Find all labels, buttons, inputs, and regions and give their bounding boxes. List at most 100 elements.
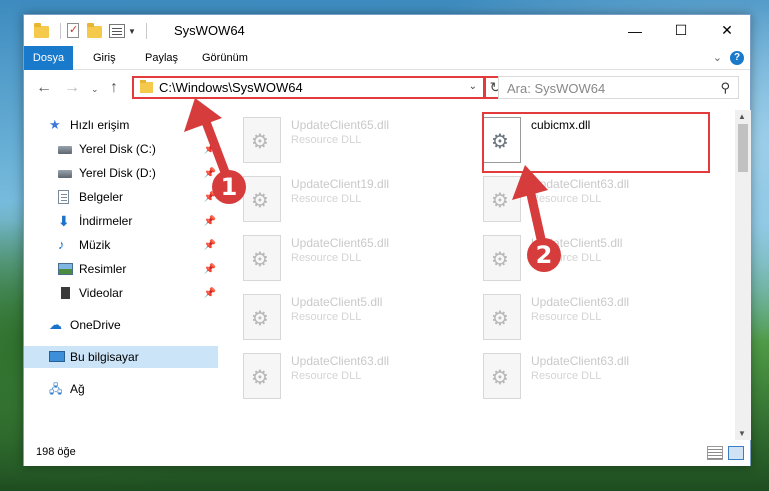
pin-icon[interactable]: 📌 (204, 240, 216, 251)
pin-icon[interactable]: 📌 (204, 216, 216, 227)
up-button[interactable]: ↑ (110, 79, 118, 97)
dll-file-icon (483, 235, 521, 281)
quick-access-toolbar: ▼ (34, 22, 151, 40)
vertical-scrollbar[interactable]: ▲ ▼ (735, 110, 751, 440)
sidebar-item-label: Yerel Disk (D:) (79, 166, 156, 180)
item-count: 198 öğe (36, 446, 76, 458)
file-item[interactable]: UpdateClient65.dll Resource DLL (219, 230, 449, 286)
sidebar-item-label: Yerel Disk (C:) (79, 142, 156, 156)
sidebar-item-pictures[interactable]: Resimler 📌 (24, 258, 218, 280)
details-view-icon[interactable] (707, 446, 723, 460)
star-icon: ★ (49, 117, 61, 132)
sidebar-item-this-pc[interactable]: Bu bilgisayar (24, 346, 218, 368)
minimize-button[interactable]: — (612, 15, 658, 46)
pin-icon[interactable]: 📌 (204, 264, 216, 275)
sidebar-item-label: Ağ (70, 382, 85, 396)
back-button[interactable]: ← (36, 79, 52, 97)
disk-icon (58, 142, 74, 156)
dll-file-icon (483, 353, 521, 399)
new-folder-icon[interactable] (87, 23, 103, 39)
scroll-up-icon[interactable]: ▲ (738, 112, 746, 121)
close-button[interactable]: ✕ (704, 15, 750, 46)
sidebar-item-onedrive[interactable]: ☁ OneDrive (24, 314, 218, 336)
customize-toolbar-icon[interactable] (109, 24, 125, 38)
forward-button[interactable]: → (64, 79, 80, 97)
address-path: C:\Windows\SysWOW64 (159, 80, 303, 95)
recent-locations-icon[interactable]: ⌄ (91, 84, 99, 95)
scrollbar-thumb[interactable] (738, 124, 748, 172)
file-name: UpdateClient63.dll (531, 295, 630, 309)
sidebar-item-label: İndirmeler (79, 214, 133, 228)
file-type: Resource DLL (291, 193, 362, 205)
tab-view[interactable]: Görünüm (192, 46, 258, 70)
pin-icon[interactable]: 📌 (204, 144, 216, 155)
pictures-icon (58, 262, 74, 276)
folder-icon (140, 80, 153, 93)
address-bar[interactable]: C:\Windows\SysWOW64 ⌄ (132, 76, 485, 99)
help-icon[interactable]: ? (730, 51, 744, 65)
sidebar-item-local-disk-c[interactable]: Yerel Disk (C:) 📌 (24, 138, 218, 160)
file-item[interactable]: UpdateClient63.dll Resource DLL (459, 289, 689, 345)
toolbar-separator (60, 23, 61, 39)
dll-file-icon (243, 353, 281, 399)
search-input[interactable]: Ara: SysWOW64 ⚲ (498, 76, 739, 99)
file-item[interactable]: UpdateClient5.dll Resource DLL (459, 230, 689, 286)
sidebar-item-documents[interactable]: Belgeler 📌 (24, 186, 218, 208)
maximize-button[interactable]: ☐ (658, 15, 704, 46)
expand-ribbon-icon[interactable]: ⌄ (713, 51, 722, 64)
title-bar: ▼ SysWOW64 — ☐ ✕ (24, 15, 750, 46)
file-item[interactable]: UpdateClient63.dll Resource DLL (219, 348, 449, 404)
search-placeholder: Ara: SysWOW64 (507, 81, 606, 96)
file-name: UpdateClient63.dll (531, 354, 630, 368)
dll-file-icon (483, 294, 521, 340)
tab-home[interactable]: Giriş (83, 46, 126, 70)
disk-icon (58, 166, 74, 180)
sidebar-item-downloads[interactable]: ⬇ İndirmeler 📌 (24, 210, 218, 232)
sidebar-item-local-disk-d[interactable]: Yerel Disk (D:) 📌 (24, 162, 218, 184)
search-icon: ⚲ (720, 80, 730, 95)
sidebar-item-network[interactable]: 🖧 Ağ (24, 378, 218, 400)
file-item[interactable]: UpdateClient19.dll Resource DLL (219, 171, 449, 227)
large-icons-view-icon[interactable] (728, 446, 744, 460)
videos-icon (58, 286, 74, 300)
file-item[interactable]: UpdateClient5.dll Resource DLL (219, 289, 449, 345)
file-type: Resource DLL (291, 134, 362, 146)
file-type: Resource DLL (291, 252, 362, 264)
documents-icon (58, 190, 74, 204)
status-bar: 198 öğe (24, 441, 750, 466)
sidebar-item-label: Müzik (79, 238, 111, 252)
file-item[interactable]: UpdateClient63.dll Resource DLL (459, 171, 689, 227)
folder-icon[interactable] (34, 23, 50, 39)
dll-file-icon (483, 176, 521, 222)
pin-icon[interactable]: 📌 (204, 288, 216, 299)
step-2-badge: 2 (527, 238, 561, 272)
sidebar-item-videos[interactable]: Videolar 📌 (24, 282, 218, 304)
sidebar-item-label: Bu bilgisayar (70, 350, 139, 364)
sidebar-item-quick-access[interactable]: ★ Hızlı erişim (24, 114, 218, 136)
sidebar-item-label: Resimler (79, 262, 127, 276)
chevron-down-icon[interactable]: ▼ (128, 27, 136, 36)
file-type: Resource DLL (291, 370, 362, 382)
dll-file-icon (243, 117, 281, 163)
network-icon: 🖧 (49, 382, 63, 396)
step-1-badge: 1 (212, 170, 246, 204)
file-explorer-window: ▼ SysWOW64 — ☐ ✕ Dosya Giriş Paylaş Görü… (23, 14, 751, 466)
file-item[interactable]: UpdateClient65.dll Resource DLL (219, 112, 449, 168)
file-item[interactable]: UpdateClient63.dll Resource DLL (459, 348, 689, 404)
window-title: SysWOW64 (174, 23, 245, 38)
tab-share[interactable]: Paylaş (135, 46, 188, 70)
computer-icon (49, 350, 65, 364)
tab-file[interactable]: Dosya (24, 46, 73, 70)
chevron-down-icon[interactable]: ⌄ (469, 81, 477, 92)
file-name: UpdateClient65.dll (291, 118, 390, 132)
downloads-icon: ⬇ (58, 213, 70, 229)
file-name: UpdateClient65.dll (291, 236, 390, 250)
file-type: Resource DLL (531, 311, 602, 323)
scroll-down-icon[interactable]: ▼ (738, 429, 746, 438)
navigation-bar: ← → ⌄ ↑ C:\Windows\SysWOW64 ⌄ ↻ Ara: Sys… (24, 71, 750, 105)
dll-file-icon (243, 235, 281, 281)
sidebar-item-label: Hızlı erişim (70, 118, 130, 132)
file-name: UpdateClient63.dll (531, 177, 630, 191)
properties-icon[interactable] (65, 23, 81, 39)
sidebar-item-music[interactable]: ♪ Müzik 📌 (24, 234, 218, 256)
